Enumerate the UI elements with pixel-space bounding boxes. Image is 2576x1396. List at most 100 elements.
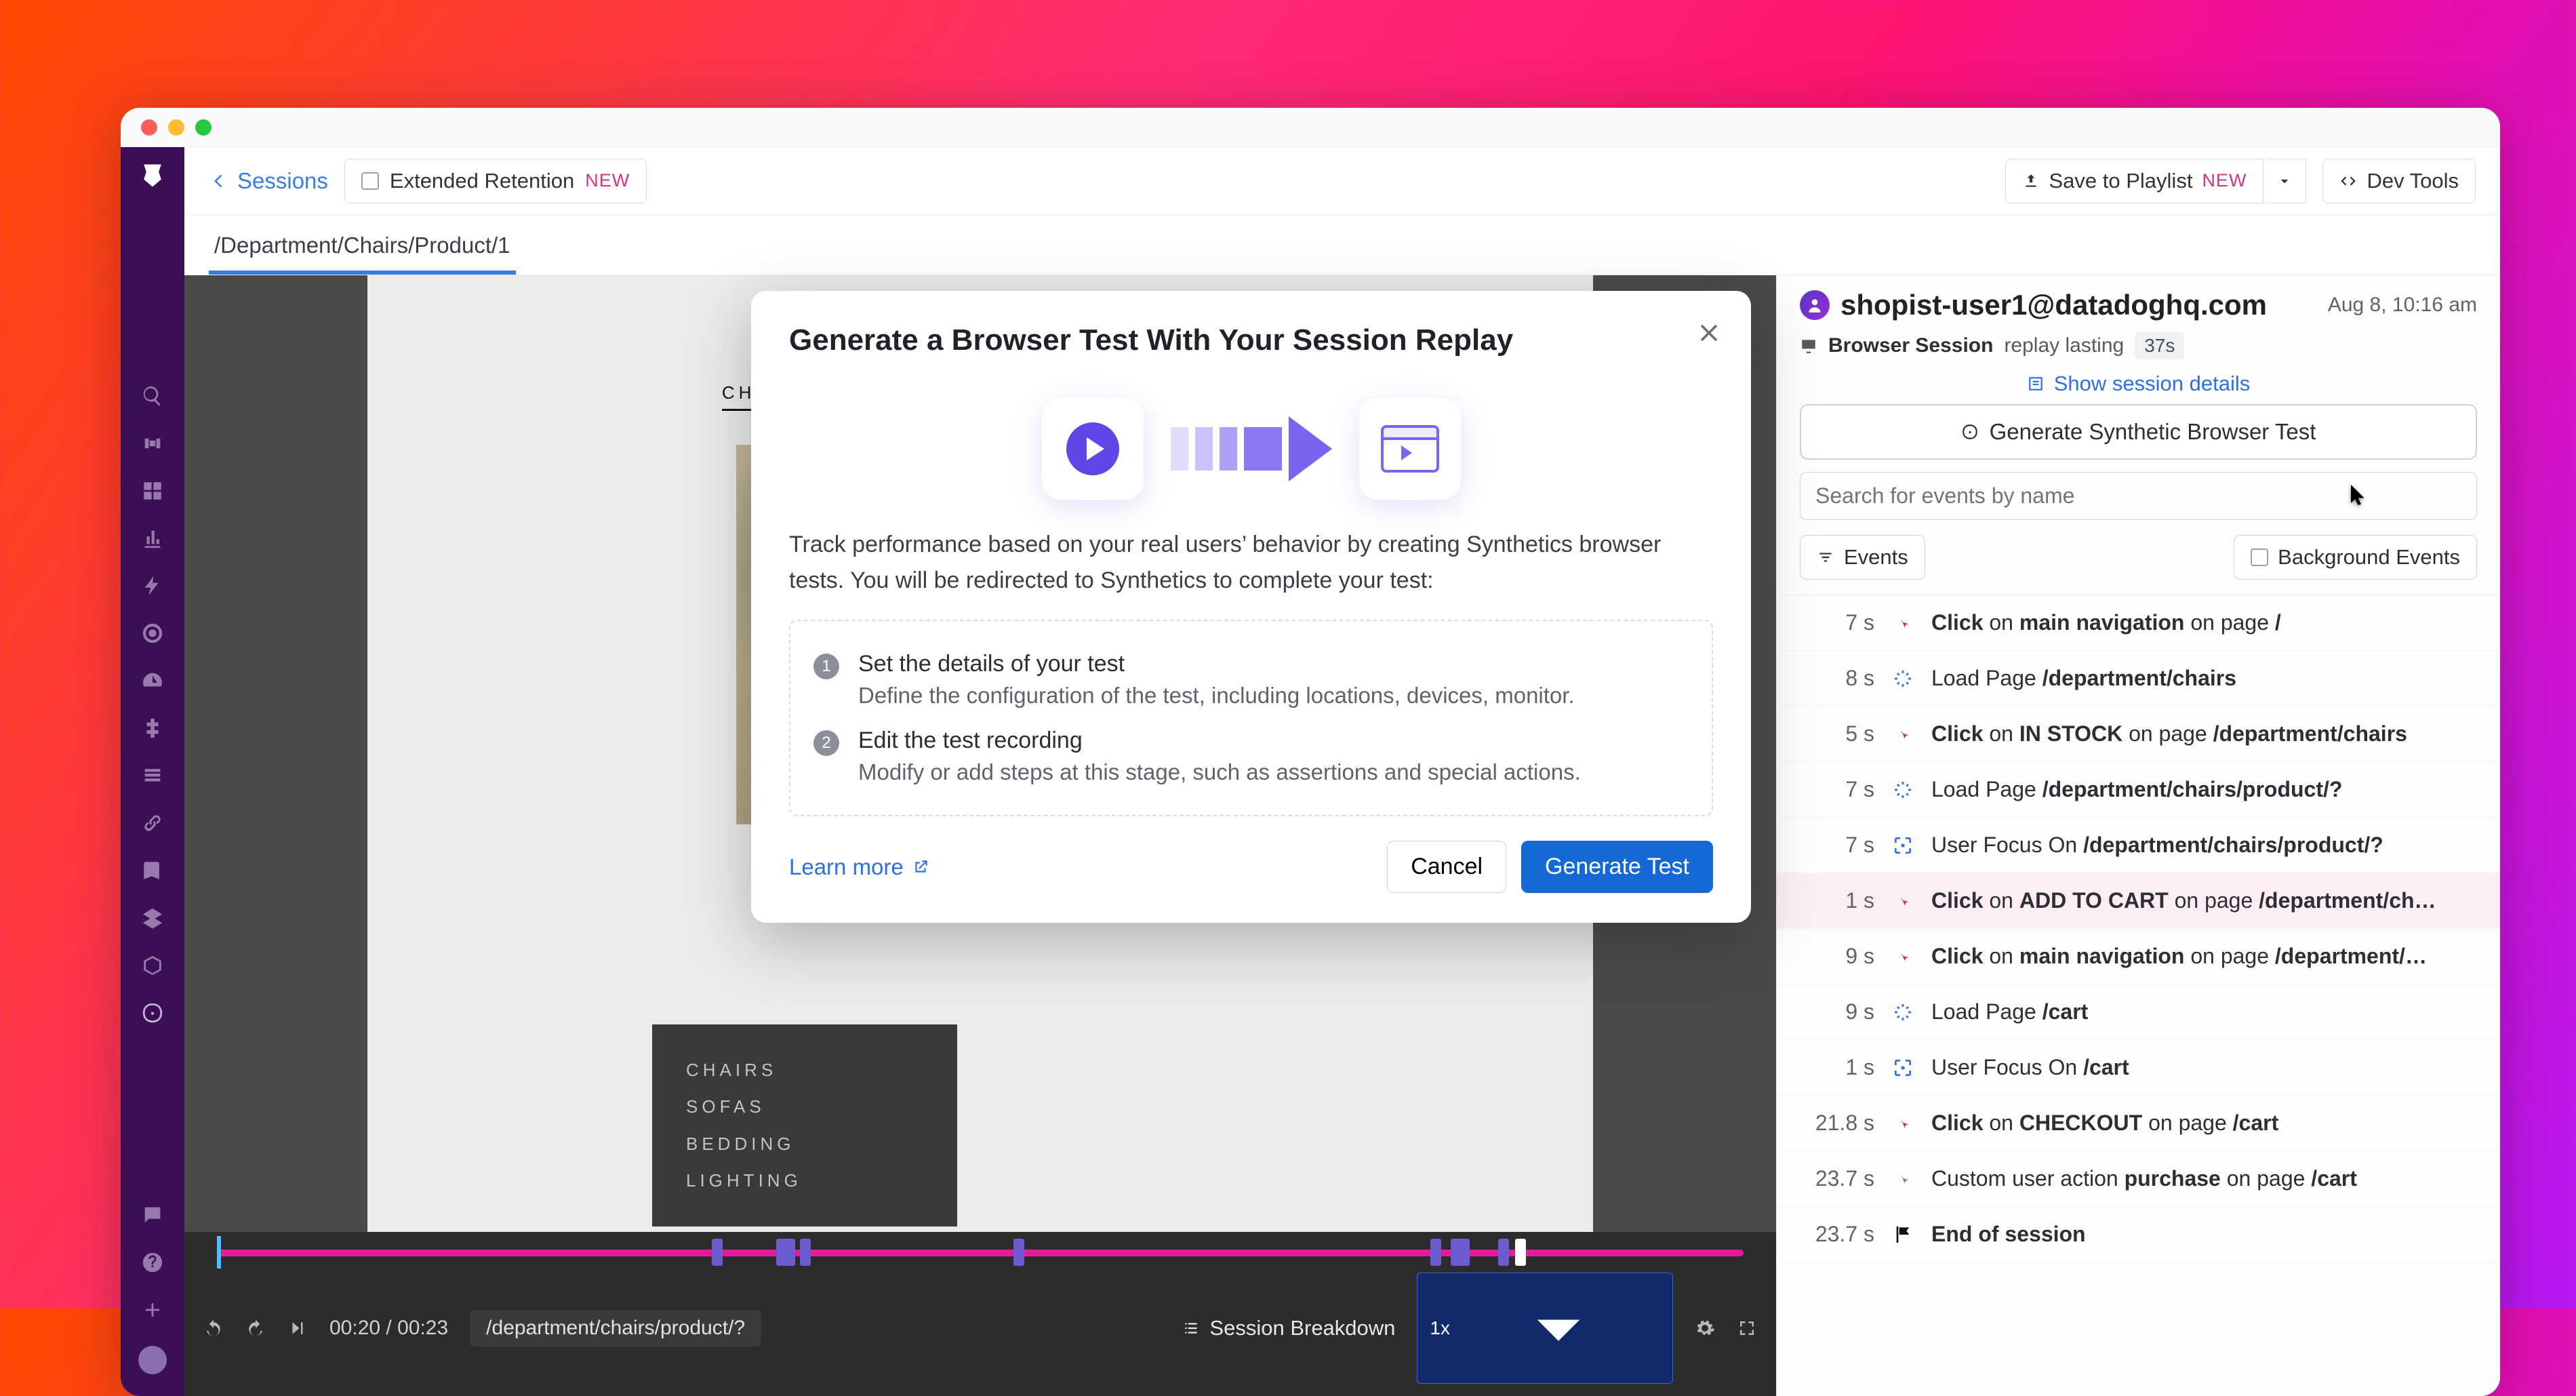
nav-metrics-icon[interactable] [141, 527, 164, 550]
modal-generate-button[interactable]: Generate Test [1521, 841, 1713, 893]
nav-integrations-icon[interactable] [141, 717, 164, 740]
playback-speed-picker[interactable]: 1x [1417, 1273, 1673, 1384]
modal-steps: 1 Set the details of your test Define th… [789, 620, 1713, 816]
player-current-path[interactable]: /department/chairs/product/? [470, 1310, 761, 1347]
replay-lasting-label: replay lasting [2004, 334, 2124, 357]
nav-synthetics-icon[interactable] [141, 1001, 164, 1024]
close-window-icon[interactable] [141, 119, 157, 136]
show-session-details-link[interactable]: Show session details [2027, 372, 2251, 396]
session-duration-chip: 37s [2135, 332, 2184, 359]
event-row[interactable]: 1 sUser Focus On /cart [1777, 1040, 2500, 1096]
event-row[interactable]: 7 sLoad Page /department/chairs/product/… [1777, 762, 2500, 818]
event-row[interactable]: 9 sLoad Page /cart [1777, 984, 2500, 1040]
step-2-badge: 2 [813, 730, 839, 756]
modal-close-button[interactable] [1694, 318, 1724, 348]
event-time: 1 s [1800, 1055, 1874, 1080]
undo-icon[interactable] [203, 1318, 224, 1338]
site-footer-link[interactable]: LIGHTING [686, 1162, 923, 1199]
click-icon [1892, 723, 1914, 745]
generate-test-modal: Generate a Browser Test With Your Sessio… [751, 291, 1751, 923]
save-to-playlist-button[interactable]: Save to Playlist NEW [2005, 159, 2264, 203]
nav-dashboards-icon[interactable] [141, 479, 164, 502]
site-footer-links: CHAIRSSOFASBEDDINGLIGHTING [652, 1024, 957, 1227]
event-row[interactable]: 1 sClick on ADD TO CART on page /departm… [1777, 873, 2500, 929]
extended-retention-checkbox[interactable] [361, 172, 379, 190]
nav-infra-icon[interactable] [141, 574, 164, 597]
event-time: 7 s [1800, 610, 1874, 635]
event-row[interactable]: 23.7 sCustom user action purchase on pag… [1777, 1151, 2500, 1207]
nav-logs-icon[interactable] [141, 764, 164, 787]
new-badge: NEW [2202, 170, 2247, 191]
step-1-sub: Define the configuration of the test, in… [858, 683, 1575, 709]
save-to-playlist-chevron[interactable] [2263, 159, 2306, 203]
skip-icon[interactable] [287, 1318, 308, 1338]
modal-cancel-button[interactable]: Cancel [1387, 841, 1506, 893]
session-breakdown-button[interactable]: Session Breakdown [1182, 1316, 1395, 1340]
nav-apm-icon[interactable] [141, 622, 164, 645]
datadog-logo-icon[interactable] [134, 157, 172, 195]
learn-more-link[interactable]: Learn more [789, 854, 929, 880]
events-filter-button[interactable]: Events [1800, 535, 1925, 580]
site-footer-link[interactable]: BEDDING [686, 1125, 923, 1163]
event-row[interactable]: 21.8 sClick on CHECKOUT on page /cart [1777, 1096, 2500, 1151]
maximize-window-icon[interactable] [195, 119, 212, 136]
nav-search-icon[interactable] [141, 384, 164, 407]
nav-profiling-icon[interactable] [141, 669, 164, 692]
browser-card-icon [1359, 398, 1461, 500]
arrow-icon [1171, 416, 1332, 481]
site-footer-link[interactable]: CHAIRS [686, 1052, 923, 1089]
player-timeline[interactable] [203, 1239, 1757, 1266]
event-text: Click on IN STOCK on page /department/ch… [1931, 721, 2477, 746]
focus-icon [1892, 1057, 1914, 1079]
settings-icon[interactable] [1695, 1318, 1715, 1338]
step-1-title: Set the details of your test [858, 651, 1575, 677]
click-icon [1892, 890, 1914, 912]
event-time: 7 s [1800, 833, 1874, 858]
player-controls: 00:20 / 00:23 /department/chairs/product… [184, 1232, 1776, 1396]
background-events-checkbox[interactable] [2251, 549, 2268, 566]
event-time: 5 s [1800, 721, 1874, 746]
details-icon [2027, 375, 2045, 393]
dev-tools-button[interactable]: Dev Tools [2322, 159, 2476, 203]
nav-chat-icon[interactable] [141, 1203, 164, 1227]
path-tab-active[interactable]: /Department/Chairs/Product/1 [209, 223, 516, 275]
event-text: Click on main navigation on page / [1931, 610, 2477, 635]
event-row[interactable]: 23.7 sEnd of session [1777, 1207, 2500, 1262]
event-row[interactable]: 7 sUser Focus On /department/chairs/prod… [1777, 818, 2500, 873]
back-to-sessions-link[interactable]: Sessions [209, 168, 328, 194]
save-to-playlist-label: Save to Playlist [2049, 169, 2193, 193]
nav-user-avatar[interactable] [138, 1346, 167, 1374]
code-icon [2339, 172, 2357, 190]
redo-icon[interactable] [245, 1318, 266, 1338]
nav-notebooks-icon[interactable] [141, 859, 164, 882]
events-search-input[interactable] [1815, 483, 2461, 508]
event-text: Click on main navigation on page /depart… [1931, 944, 2477, 969]
event-text: Click on CHECKOUT on page /cart [1931, 1111, 2477, 1136]
generate-synthetic-test-button[interactable]: Generate Synthetic Browser Test [1800, 404, 2477, 460]
event-row[interactable]: 5 s Click on IN STOCK on page /department… [1777, 706, 2500, 762]
events-search[interactable] [1800, 472, 2477, 520]
nav-add-icon[interactable] [141, 1298, 164, 1321]
play-card-icon [1042, 398, 1144, 500]
nav-help-icon[interactable] [141, 1251, 164, 1274]
step-2-sub: Modify or add steps at this stage, such … [858, 759, 1581, 785]
window-titlebar [121, 108, 2500, 147]
extended-retention-label: Extended Retention [390, 169, 574, 193]
event-row[interactable]: 8 sLoad Page /department/chairs [1777, 651, 2500, 706]
nav-security-icon[interactable] [141, 954, 164, 977]
minimize-window-icon[interactable] [168, 119, 184, 136]
extended-retention-toggle[interactable]: Extended Retention NEW [344, 159, 647, 203]
nav-link-icon[interactable] [141, 812, 164, 835]
event-row[interactable]: 9 sClick on main navigation on page /dep… [1777, 929, 2500, 984]
event-row[interactable]: 7 s Click on main navigation on page / [1777, 595, 2500, 651]
step-2-title: Edit the test recording [858, 727, 1581, 754]
site-footer-link[interactable]: SOFAS [686, 1088, 923, 1125]
external-link-icon [912, 858, 929, 876]
nav-layers-icon[interactable] [141, 906, 164, 930]
nav-watchdog-icon[interactable] [141, 432, 164, 455]
flag-icon [1892, 1224, 1914, 1245]
user-avatar-icon [1800, 290, 1830, 320]
filter-icon [1817, 549, 1834, 566]
background-events-toggle[interactable]: Background Events [2234, 535, 2477, 580]
fullscreen-icon[interactable] [1737, 1318, 1757, 1338]
